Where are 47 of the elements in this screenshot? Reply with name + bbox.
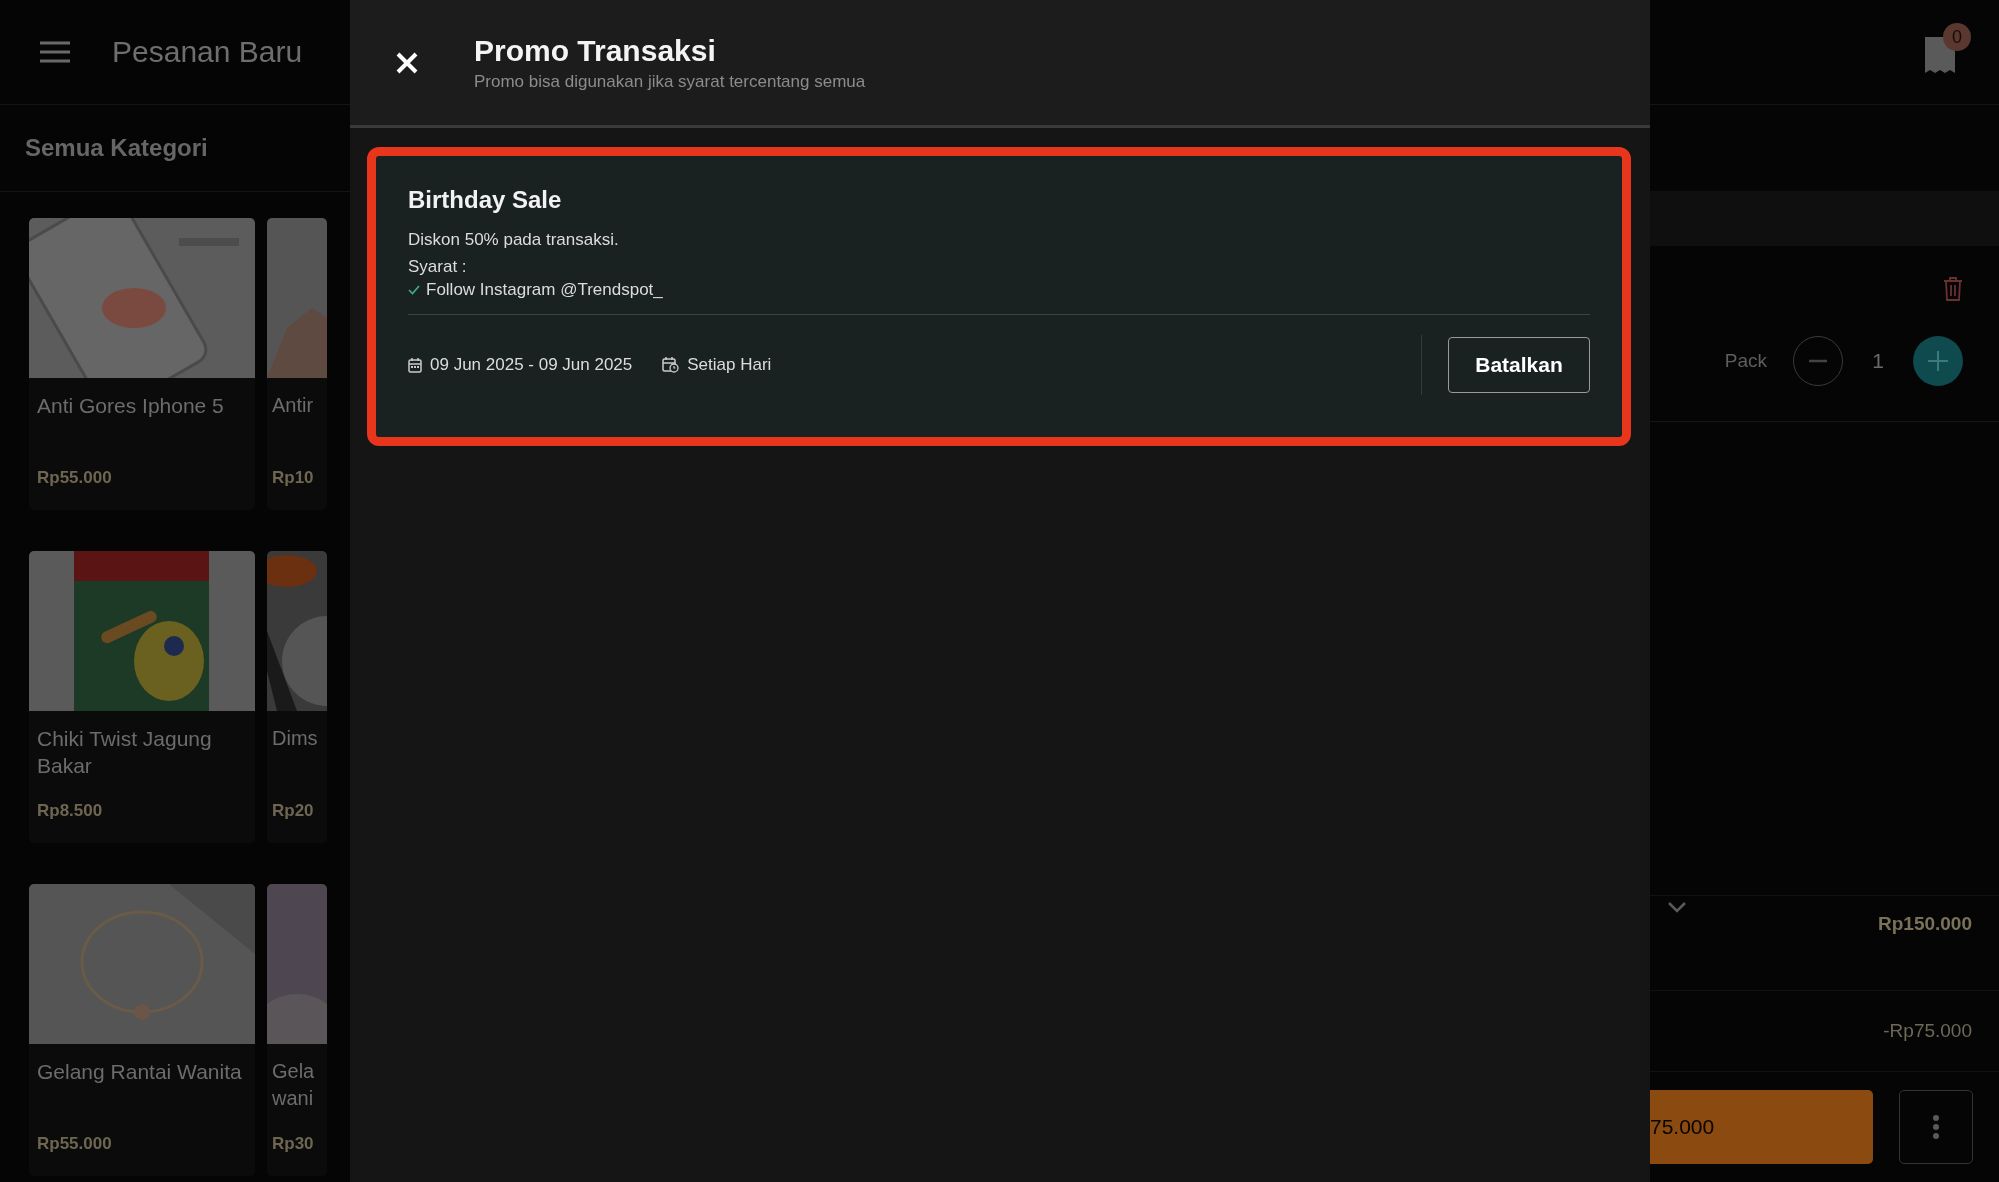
minus-icon [1809,359,1827,363]
product-name: Gelang Rantai Wanita [36,1059,243,1085]
product-card[interactable]: Gela wani Rp30 [267,884,327,1176]
calendar-clock-icon [662,357,680,373]
increase-button[interactable] [1913,336,1963,386]
more-icon [1932,1114,1940,1140]
cancel-button[interactable]: Batalkan [1448,337,1590,393]
pay-button[interactable]: 75.000 [1650,1090,1873,1164]
plus-icon [1928,351,1948,371]
unit-label: Pack [1724,350,1767,372]
modal-title: Promo Transaksi [474,33,717,68]
product-name: Antir [271,393,315,418]
subtotal-amount: Rp150.000 [1877,913,1972,935]
close-icon[interactable] [395,50,419,75]
menu-icon[interactable] [40,41,70,63]
cart-count-badge: 0 [1943,23,1971,51]
product-card[interactable]: Antir Rp10 [267,218,327,510]
trash-icon[interactable] [1943,276,1963,302]
more-button[interactable] [1899,1090,1973,1164]
modal-subtitle: Promo bisa digunakan jika syarat tercentang semua [474,71,866,92]
product-card[interactable]: Gelang Rantai Wanita Rp55.000 [29,884,255,1176]
promo-period: 09 Jun 2025 - 09 Jun 2025 [430,355,633,375]
chevron-down-icon[interactable] [1668,902,1686,913]
calendar-icon [408,357,422,373]
promo-description: Diskon 50% pada transaksi. [408,229,620,251]
product-price: Rp10 [271,467,315,488]
promo-name: Birthday Sale [408,186,563,214]
term-text: Follow Instagram @Trendspot_ [426,280,663,300]
product-price: Rp55.000 [36,467,113,488]
product-card[interactable]: Anti Gores Iphone 5 Rp55.000 [29,218,255,510]
category-title[interactable]: Semua Kategori [25,134,208,162]
terms-label: Syarat : [408,256,468,278]
discount-amount: -Rp75.000 [1882,1020,1972,1042]
product-name: Anti Gores Iphone 5 [36,393,225,419]
promo-schedule: Setiap Hari [687,355,772,375]
product-price: Rp20 [271,800,315,821]
product-price: Rp30 [271,1133,315,1154]
quantity-value: 1 [1871,349,1885,373]
product-name: Gela wani [271,1059,316,1111]
product-card[interactable]: Dims Rp20 [267,551,327,843]
product-price: Rp55.000 [36,1133,113,1154]
product-name: Chiki Twist Jagung Bakar [36,726,213,779]
product-card[interactable]: Chiki Twist Jagung Bakar Rp8.500 [29,551,255,843]
product-price: Rp8.500 [36,800,104,821]
decrease-button[interactable] [1793,336,1843,386]
product-name: Dims [271,726,319,751]
page-title: Pesanan Baru [112,35,303,69]
